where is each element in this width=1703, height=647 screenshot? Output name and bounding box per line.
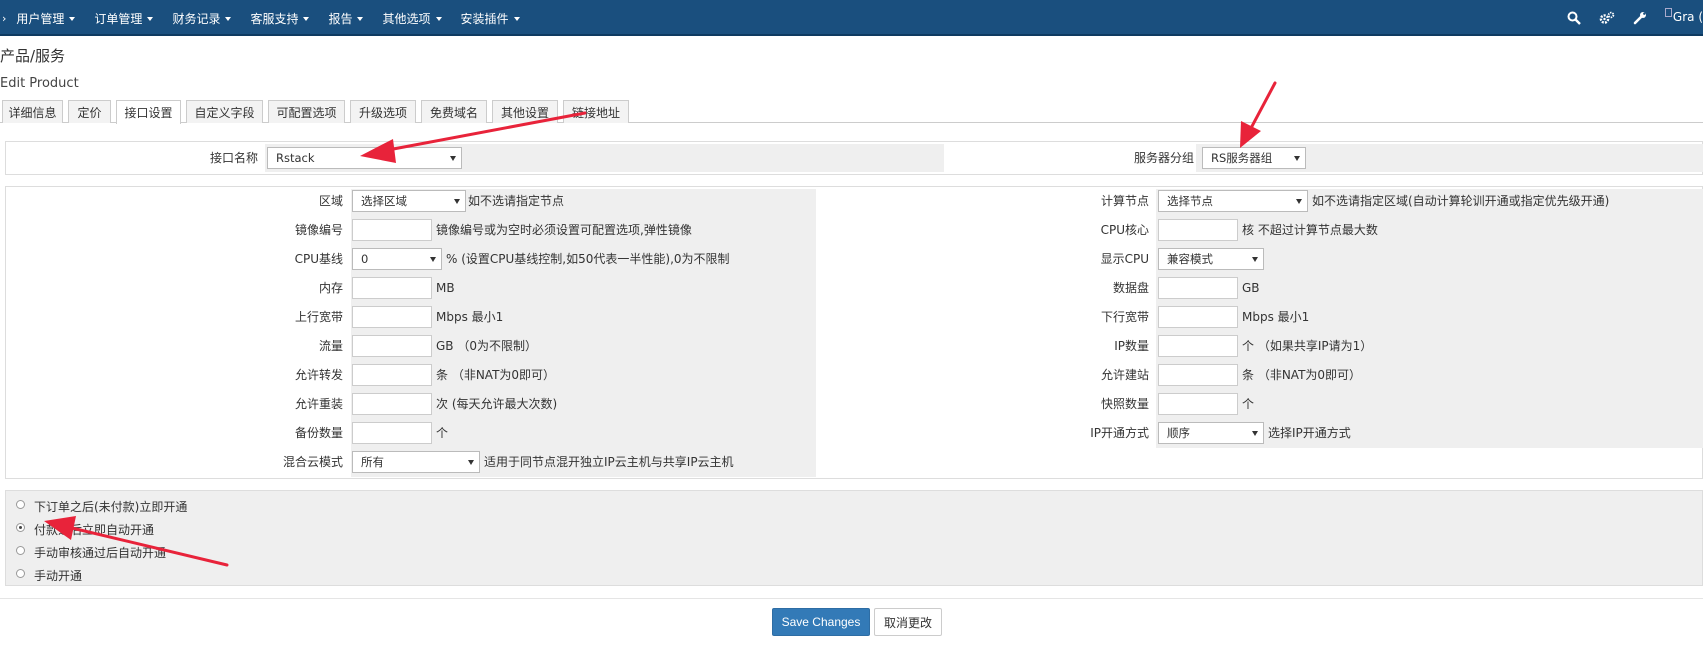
caret-down-icon <box>513 17 520 21</box>
hybrid-mode-select[interactable]: 所有 <box>352 451 480 473</box>
region-select[interactable]: 选择区域 <box>352 190 466 212</box>
field-cpu-baseline: CPU基线 0 % (设置CPU基线控制,如50代表一半性能),0为不限制 <box>6 246 826 272</box>
gears-icon[interactable] <box>1599 10 1615 26</box>
tab-pricing[interactable]: 定价 <box>68 100 111 123</box>
field-ip-count: IP数量 个 （如果共享IP请为1） <box>826 333 1703 359</box>
tab-custom-fields[interactable]: 自定义字段 <box>186 100 263 123</box>
caret-down-icon <box>357 17 364 21</box>
caret-down-icon <box>435 17 442 21</box>
reinstall-input[interactable] <box>352 393 432 415</box>
field-site-count: 允许建站 条 （非NAT为0即可） <box>826 362 1703 388</box>
nav-home-marker[interactable]: › <box>2 12 6 25</box>
cpu-cores-input[interactable] <box>1158 219 1238 241</box>
field-data-disk: 数据盘 GB <box>826 275 1703 301</box>
downstream-bandwidth-input[interactable] <box>1158 306 1238 328</box>
provisioning-panel: 下订单之后(未付款)立即开通 付款之后立即自动开通 手动审核通过后自动开通 手动… <box>5 490 1703 586</box>
nav-item-users[interactable]: 用户管理 <box>16 10 76 27</box>
field-snapshot-count: 快照数量 个 <box>826 391 1703 417</box>
form-divider <box>0 598 1703 599</box>
save-changes-button[interactable]: Save Changes <box>772 608 870 636</box>
memory-input[interactable] <box>352 277 432 299</box>
field-upstream-bandwidth: 上行宽带 Mbps 最小1 <box>6 304 826 330</box>
nav-menu: › 用户管理 订单管理 财务记录 客服支持 报告 其他选项 安装插件 <box>0 0 539 36</box>
nav-tools: Gra ( <box>1566 0 1703 36</box>
image-id-input[interactable] <box>352 219 432 241</box>
tab-upgrades[interactable]: 升级选项 <box>350 100 416 123</box>
traffic-input[interactable] <box>352 335 432 357</box>
broken-image-icon <box>1664 8 1672 17</box>
backup-count-input[interactable] <box>352 422 432 444</box>
nav-item-reports[interactable]: 报告 <box>328 10 364 27</box>
field-display-cpu: 显示CPU 兼容模式 <box>826 246 1703 272</box>
dropdown-arrow-icon <box>1252 257 1258 262</box>
nav-item-other[interactable]: 其他选项 <box>382 10 442 27</box>
page-subtitle: Edit Product <box>0 76 79 91</box>
port-forward-input[interactable] <box>352 364 432 386</box>
field-image-id: 镜像编号 镜像编号或为空时必须设置可配置选项,弹性镜像 <box>6 217 826 243</box>
site-count-input[interactable] <box>1158 364 1238 386</box>
cpu-baseline-select[interactable]: 0 <box>352 248 442 270</box>
field-backup-count: 备份数量 个 <box>6 420 826 446</box>
field-memory: 内存 MB <box>6 275 826 301</box>
ip-count-input[interactable] <box>1158 335 1238 357</box>
radio-button[interactable] <box>16 545 25 555</box>
nav-item-orders[interactable]: 订单管理 <box>94 10 154 27</box>
field-region: 区域 选择区域 如不选请指定节点 <box>6 188 826 214</box>
snapshot-count-input[interactable] <box>1158 393 1238 415</box>
nav-item-support[interactable]: 客服支持 <box>250 10 310 27</box>
compute-node-select[interactable]: 选择节点 <box>1158 190 1308 212</box>
user-avatar[interactable]: Gra ( <box>1664 0 1703 36</box>
provision-option-on-approval[interactable]: 手动审核通过后自动开通 <box>16 542 166 562</box>
caret-down-icon <box>69 17 76 21</box>
field-cpu-cores: CPU核心 核 不超过计算节点最大数 <box>826 217 1703 243</box>
data-disk-input[interactable] <box>1158 277 1238 299</box>
tab-configurable-options[interactable]: 可配置选项 <box>268 100 345 123</box>
provision-option-on-order[interactable]: 下订单之后(未付款)立即开通 <box>16 496 187 516</box>
cancel-changes-button[interactable]: 取消更改 <box>874 608 942 636</box>
module-name-label: 接口名称 <box>209 151 258 165</box>
display-cpu-select[interactable]: 兼容模式 <box>1158 248 1264 270</box>
field-port-forward: 允许转发 条 （非NAT为0即可） <box>6 362 826 388</box>
dropdown-arrow-icon <box>454 199 460 204</box>
dropdown-arrow-icon <box>450 156 456 161</box>
field-downstream-bandwidth: 下行宽带 Mbps 最小1 <box>826 304 1703 330</box>
tab-module-settings[interactable]: 接口设置 <box>116 100 181 124</box>
server-group-select[interactable]: RS服务器组 <box>1202 147 1306 169</box>
nav-item-billing[interactable]: 财务记录 <box>172 10 232 27</box>
field-compute-node: 计算节点 选择节点 如不选请指定区域(自动计算轮训开通或指定优先级开通) <box>826 188 1703 214</box>
dropdown-arrow-icon <box>468 460 474 465</box>
field-reinstall: 允许重装 次 (每天允许最大次数) <box>6 391 826 417</box>
tab-links[interactable]: 链接地址 <box>563 100 629 123</box>
field-traffic: 流量 GB （0为不限制） <box>6 333 826 359</box>
field-hybrid-mode: 混合云模式 所有 适用于同节点混开独立IP云主机与共享IP云主机 <box>6 449 826 475</box>
top-navbar: › 用户管理 订单管理 财务记录 客服支持 报告 其他选项 安装插件 Gra ( <box>0 0 1703 36</box>
caret-down-icon <box>225 17 232 21</box>
tab-free-domain[interactable]: 免费域名 <box>421 100 487 123</box>
page-title: 产品/服务 <box>0 47 66 65</box>
nav-item-addons[interactable]: 安装插件 <box>461 10 520 27</box>
radio-button[interactable] <box>16 568 25 578</box>
ip-allocation-select[interactable]: 顺序 <box>1158 422 1264 444</box>
upstream-bandwidth-input[interactable] <box>352 306 432 328</box>
tab-details[interactable]: 详细信息 <box>2 100 63 123</box>
server-group-label: 服务器分组 <box>1133 151 1194 165</box>
module-name-select[interactable]: Rstack <box>267 147 462 169</box>
field-ip-allocation: IP开通方式 顺序 选择IP开通方式 <box>826 420 1703 446</box>
search-icon[interactable] <box>1566 10 1582 26</box>
dropdown-arrow-icon <box>1252 431 1258 436</box>
wrench-icon[interactable] <box>1632 10 1648 26</box>
product-tabs: 详细信息 定价 接口设置 自定义字段 可配置选项 升级选项 免费域名 其他设置 … <box>0 100 1703 124</box>
provision-option-on-payment[interactable]: 付款之后立即自动开通 <box>16 519 154 539</box>
config-options-panel: 区域 选择区域 如不选请指定节点 镜像编号 镜像编号或为空时必须设置可配置选项,… <box>5 186 1703 479</box>
caret-down-icon <box>147 17 154 21</box>
tab-other[interactable]: 其他设置 <box>492 100 558 123</box>
dropdown-arrow-icon <box>1294 156 1300 161</box>
caret-down-icon <box>303 17 310 21</box>
dropdown-arrow-icon <box>1296 199 1302 204</box>
radio-button[interactable] <box>16 499 25 509</box>
provision-option-manual[interactable]: 手动开通 <box>16 565 82 585</box>
module-panel: 接口名称 Rstack 服务器分组 RS服务器组 <box>5 141 1703 175</box>
radio-button-selected[interactable] <box>16 522 25 532</box>
dropdown-arrow-icon <box>430 257 436 262</box>
